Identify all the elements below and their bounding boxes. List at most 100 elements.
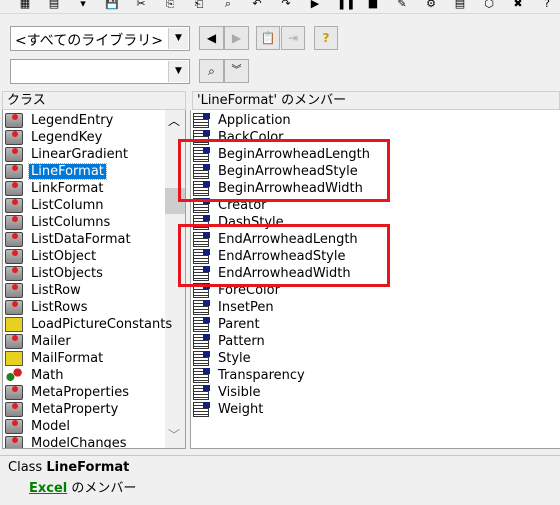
member-item[interactable]: InsetPen	[193, 299, 276, 316]
class-item[interactable]: ModelChanges	[5, 435, 129, 449]
class-icon	[5, 198, 23, 213]
undo-icon[interactable]: ↶	[250, 0, 264, 10]
class-item[interactable]: ListRows	[5, 299, 90, 316]
redo-icon[interactable]: ↷	[279, 0, 293, 10]
class-item[interactable]: ListRow	[5, 282, 83, 299]
help-button[interactable]: ?	[314, 26, 338, 50]
class-item[interactable]: ListObjects	[5, 265, 105, 282]
run-icon[interactable]: ▶	[308, 0, 322, 10]
class-item-label: MailFormat	[31, 351, 104, 366]
class-item[interactable]: MetaProperties	[5, 384, 131, 401]
module-icon	[5, 368, 23, 383]
class-icon	[5, 215, 23, 230]
class-item[interactable]: LineFormat	[5, 163, 107, 180]
dropdown-icon[interactable]: ▾	[76, 0, 90, 10]
object-browser-icon[interactable]: ⬡	[482, 0, 496, 10]
class-item[interactable]: LinkFormat	[5, 180, 105, 197]
class-icon	[5, 436, 23, 448]
class-item-label: LineFormat	[28, 163, 107, 180]
member-item[interactable]: Pattern	[193, 333, 267, 350]
class-icon	[5, 266, 23, 281]
member-item-label: Style	[218, 351, 251, 366]
class-item[interactable]: ListDataFormat	[5, 231, 133, 248]
toggle-search-results-button[interactable]: ︾	[224, 59, 249, 83]
find-icon[interactable]: ⌕	[221, 0, 235, 10]
class-item[interactable]: Math	[5, 367, 66, 384]
class-item-label: MetaProperty	[31, 402, 119, 417]
search-combo[interactable]: ▼	[10, 59, 190, 84]
forward-button[interactable]: ▶	[224, 26, 249, 50]
details-kind: Class	[8, 460, 43, 475]
class-item[interactable]: Model	[5, 418, 72, 435]
class-item-label: LinkFormat	[31, 181, 104, 196]
class-item[interactable]: LinearGradient	[5, 146, 130, 163]
scroll-down-icon[interactable]: ﹀	[168, 426, 180, 443]
class-item-label: LoadPictureConstants	[31, 317, 173, 332]
member-item[interactable]: Visible	[193, 384, 262, 401]
class-icon	[5, 419, 23, 434]
classes-list[interactable]: ︿ ﹀ LegendEntry LegendKey LinearGradient Li…	[2, 110, 186, 449]
class-icon	[5, 283, 23, 298]
binoculars-icon: ⌕	[208, 64, 215, 78]
enum-icon	[5, 317, 23, 332]
scroll-up-icon[interactable]: ︿	[168, 112, 180, 129]
project-explorer-icon[interactable]: ⚙	[424, 0, 438, 10]
toolbox-icon[interactable]: ✖	[511, 0, 525, 10]
class-item[interactable]: MailFormat	[5, 350, 105, 367]
property-icon	[193, 402, 210, 417]
class-item-label: ListColumns	[31, 215, 111, 230]
class-item-label: Math	[31, 368, 64, 383]
paste-icon[interactable]: ⎗	[192, 0, 206, 10]
class-item-label: Mailer	[31, 334, 71, 349]
member-item[interactable]: Application	[193, 112, 293, 129]
class-icon	[5, 300, 23, 315]
copy-to-clipboard-button[interactable]: 📋	[256, 26, 280, 50]
class-item-label: LegendEntry	[31, 113, 114, 128]
member-item[interactable]: Weight	[193, 401, 265, 418]
cut-icon[interactable]: ✂	[134, 0, 148, 10]
property-icon	[193, 351, 210, 366]
property-icon	[193, 113, 210, 128]
class-item-label: ListRow	[31, 283, 81, 298]
class-icon	[5, 181, 23, 196]
class-item[interactable]: LegendKey	[5, 129, 104, 146]
library-combo[interactable]: <すべてのライブラリ> ▼	[10, 26, 190, 51]
class-item[interactable]: MetaProperty	[5, 401, 120, 418]
property-icon	[193, 334, 210, 349]
class-item-label: ListRows	[31, 300, 88, 315]
class-item-label: MetaProperties	[31, 385, 129, 400]
property-icon	[193, 385, 210, 400]
reset-icon[interactable]: ■	[366, 0, 380, 10]
class-item[interactable]: ListColumn	[5, 197, 106, 214]
highlight-box-begin-arrowhead	[178, 139, 390, 202]
help-icon[interactable]: ?	[540, 0, 554, 10]
save-icon[interactable]: 💾	[105, 0, 119, 10]
class-item[interactable]: Mailer	[5, 333, 73, 350]
search-button[interactable]: ⌕	[199, 59, 224, 83]
class-item[interactable]: ListColumns	[5, 214, 112, 231]
class-icon	[5, 130, 23, 145]
class-item-label: ModelChanges	[31, 436, 127, 449]
copy-icon[interactable]: ⎘	[163, 0, 177, 10]
class-item[interactable]: LegendEntry	[5, 112, 115, 129]
view-definition-button[interactable]: ⇥	[281, 26, 305, 50]
member-item[interactable]: Style	[193, 350, 253, 367]
member-item-label: Application	[218, 113, 291, 128]
design-mode-icon[interactable]: ✎	[395, 0, 409, 10]
chevron-down-icon[interactable]: ▼	[168, 28, 188, 49]
properties-icon[interactable]: ▤	[453, 0, 467, 10]
class-item-label: ListColumn	[31, 198, 104, 213]
highlight-box-end-arrowhead	[178, 224, 390, 287]
break-icon[interactable]: ❚❚	[337, 0, 355, 10]
insert-userform-icon[interactable]: ▤	[47, 0, 61, 10]
member-item[interactable]: Parent	[193, 316, 262, 333]
chevron-down-icon[interactable]: ▼	[168, 61, 188, 82]
library-link[interactable]: Excel	[29, 481, 67, 496]
member-item[interactable]: Transparency	[193, 367, 307, 384]
view-definition-icon: ⇥	[287, 31, 299, 45]
excel-icon[interactable]: ▦	[18, 0, 32, 10]
class-item[interactable]: ListObject	[5, 248, 98, 265]
class-icon	[5, 334, 23, 349]
back-button[interactable]: ◀	[199, 26, 224, 50]
class-item[interactable]: LoadPictureConstants	[5, 316, 174, 333]
